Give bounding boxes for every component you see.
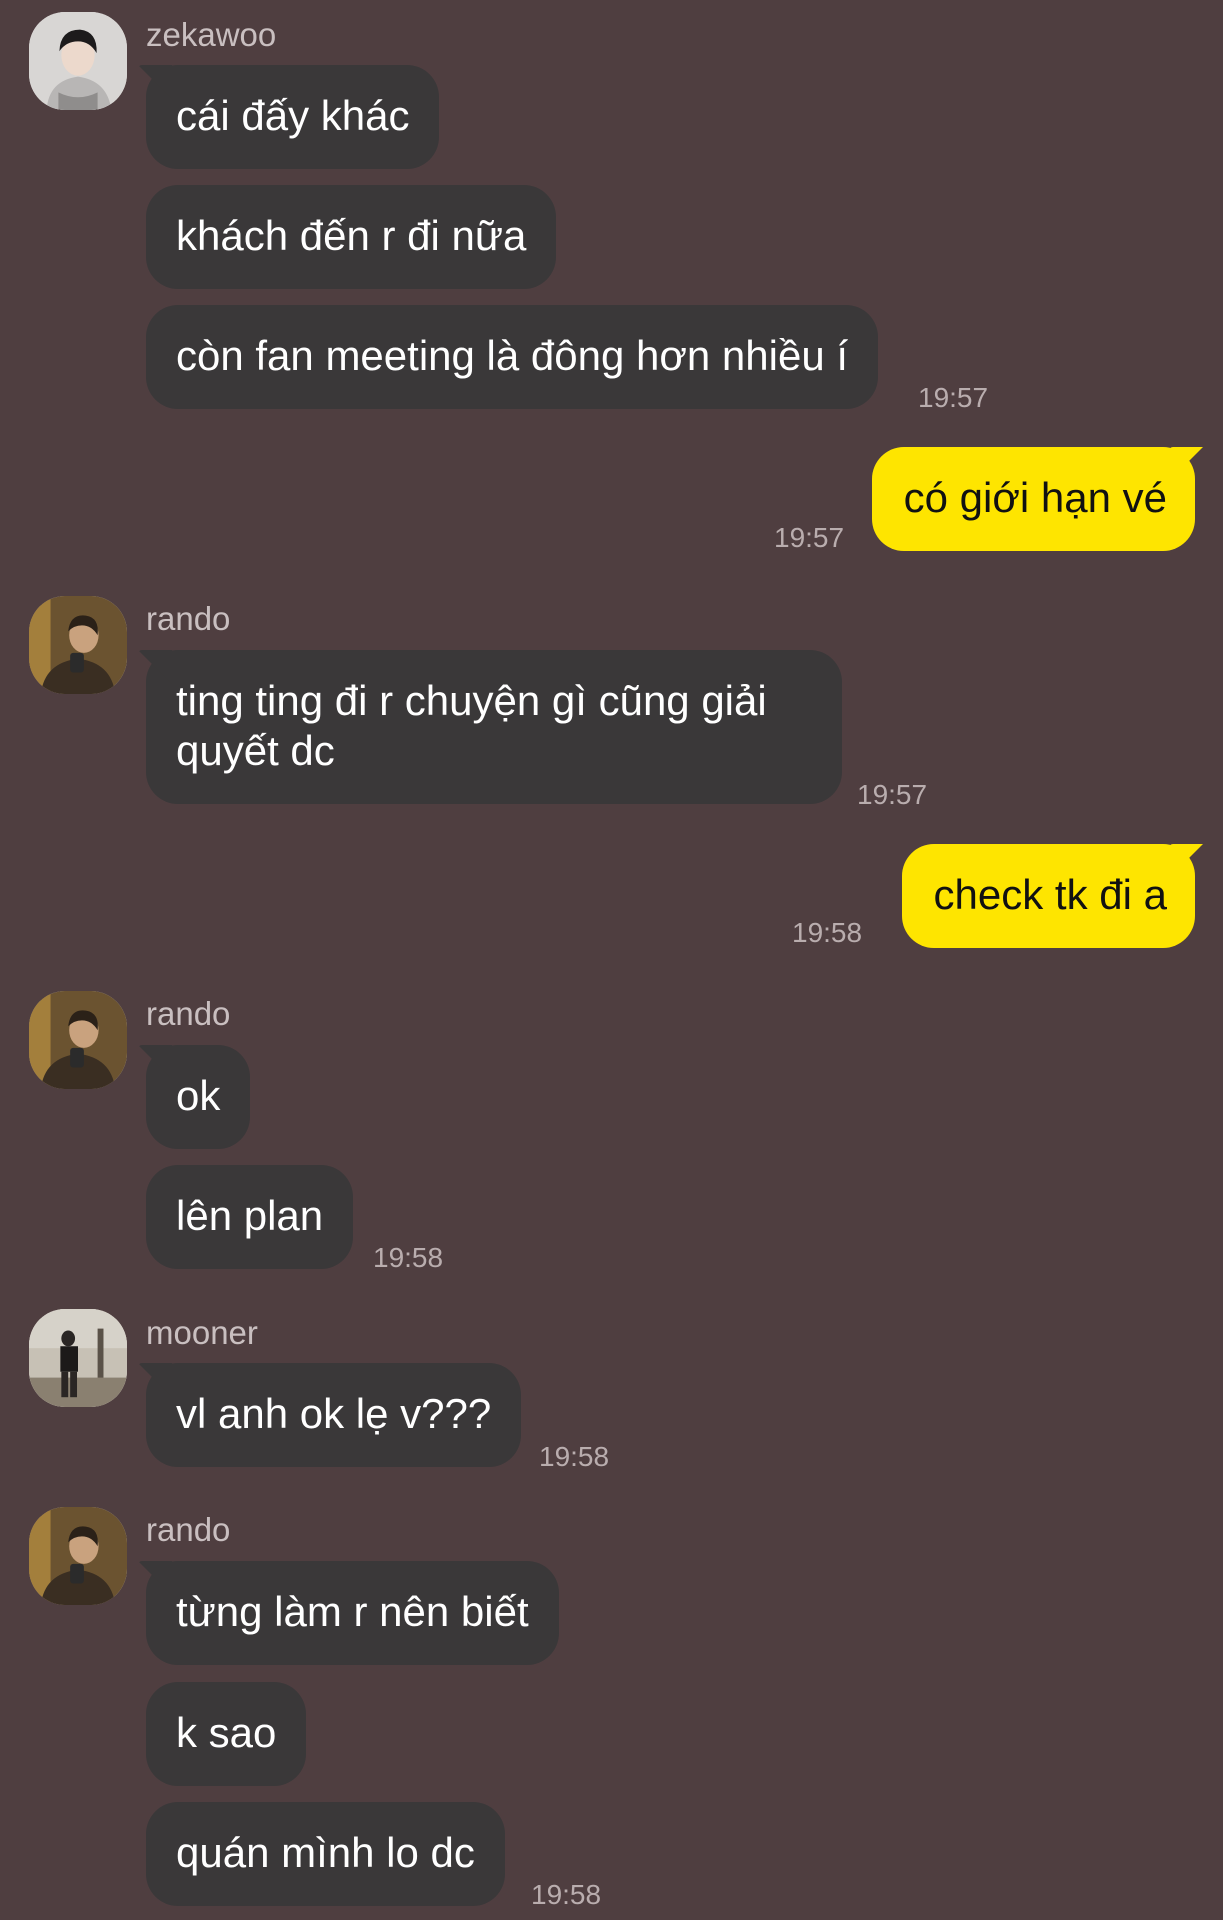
sender-name: rando bbox=[146, 1511, 231, 1548]
message-bubble[interactable]: cái đấy khác bbox=[146, 65, 440, 169]
sender-name: rando bbox=[146, 600, 231, 637]
message-bubble[interactable]: khách đến r đi nữa bbox=[146, 185, 557, 289]
avatar-rando[interactable] bbox=[29, 596, 127, 694]
message-time: 19:57 bbox=[857, 779, 928, 810]
message-bubble[interactable]: k sao bbox=[146, 1682, 307, 1786]
avatar-rando[interactable] bbox=[29, 1507, 127, 1605]
message-bubble[interactable]: quán mình lo dc bbox=[146, 1802, 505, 1906]
message-time: 19:57 bbox=[774, 522, 845, 553]
message-time: 19:57 bbox=[918, 382, 989, 413]
avatar-mooner[interactable] bbox=[29, 1309, 127, 1407]
message-time: 19:58 bbox=[531, 1879, 602, 1910]
message-bubble[interactable]: lên plan bbox=[146, 1165, 354, 1269]
message-time: 19:58 bbox=[539, 1441, 610, 1472]
message-bubble[interactable]: ting ting đi r chuyện gì cũng giải quyết… bbox=[146, 650, 842, 804]
my-message-bubble[interactable]: check tk đi a bbox=[901, 844, 1195, 948]
message-bubble[interactable]: từng làm r nên biết bbox=[146, 1561, 559, 1665]
message-bubble[interactable]: vl anh ok lẹ v??? bbox=[146, 1363, 522, 1467]
message-bubble[interactable]: ok bbox=[146, 1045, 251, 1149]
message-bubble[interactable]: còn fan meeting là đông hơn nhiều í bbox=[146, 305, 879, 409]
avatar-zekawoo[interactable] bbox=[29, 12, 127, 110]
avatar-rando[interactable] bbox=[29, 991, 127, 1089]
sender-name: mooner bbox=[146, 1314, 258, 1351]
message-time: 19:58 bbox=[792, 917, 863, 948]
my-message-bubble[interactable]: có giới hạn vé bbox=[871, 447, 1195, 551]
message-time: 19:58 bbox=[373, 1242, 444, 1273]
sender-name: zekawoo bbox=[146, 16, 277, 53]
sender-name: rando bbox=[146, 995, 231, 1032]
